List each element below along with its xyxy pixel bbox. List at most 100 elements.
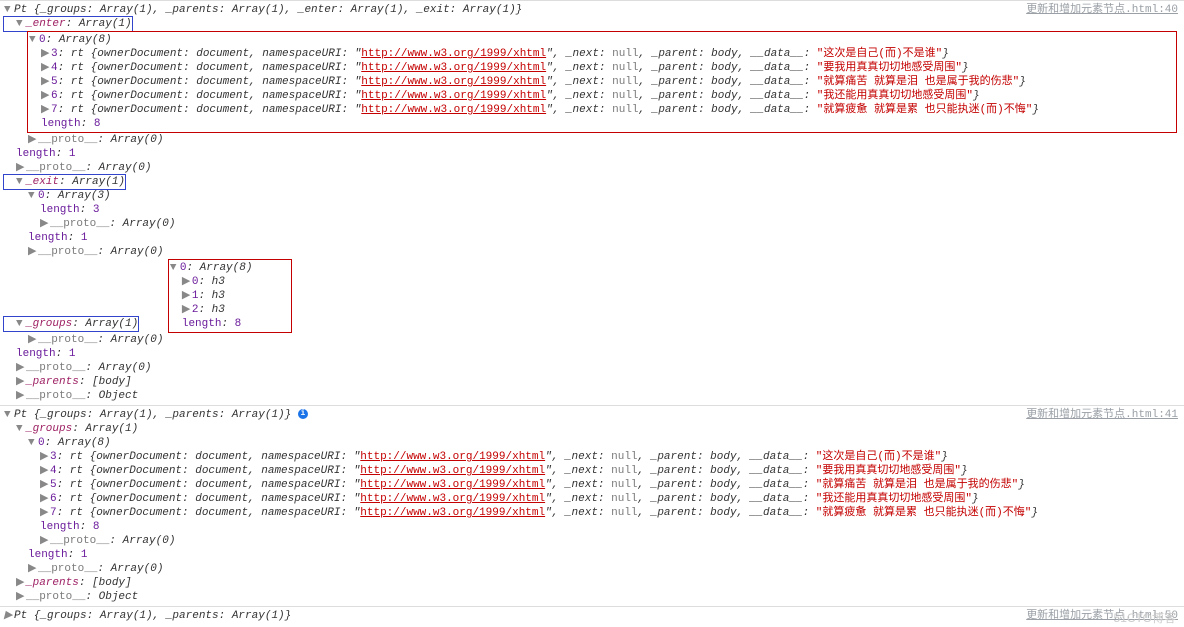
- rt-row[interactable]: 3: rt {ownerDocument: document, namespac…: [29, 47, 1175, 61]
- parent-el: body: [710, 507, 736, 519]
- info-icon[interactable]: i: [298, 409, 308, 419]
- owner-doc: document: [195, 451, 248, 463]
- object-header[interactable]: Pt {_groups: Array(1), _parents: Array(1…: [4, 3, 1184, 17]
- namespace-uri[interactable]: http://www.w3.org/1999/xhtml: [360, 465, 545, 477]
- expand-icon[interactable]: [16, 161, 26, 175]
- proto-prop[interactable]: __proto__: Array(0): [4, 361, 1184, 375]
- header-text: Pt {_groups: Array(1), _parents: Array(1…: [14, 4, 522, 16]
- prop-key: _parents: [26, 577, 79, 589]
- expand-icon[interactable]: [40, 478, 50, 492]
- rt-row[interactable]: 7: rt {ownerDocument: document, namespac…: [4, 506, 1184, 520]
- expand-icon[interactable]: [40, 492, 50, 506]
- namespace-uri[interactable]: http://www.w3.org/1999/xhtml: [360, 451, 545, 463]
- namespace-uri[interactable]: http://www.w3.org/1999/xhtml: [360, 507, 545, 519]
- namespace-uri[interactable]: http://www.w3.org/1999/xhtml: [361, 104, 546, 116]
- expand-icon[interactable]: [16, 175, 26, 189]
- namespace-uri[interactable]: http://www.w3.org/1999/xhtml: [360, 493, 545, 505]
- rt-row[interactable]: 6: rt {ownerDocument: document, namespac…: [4, 492, 1184, 506]
- expand-icon[interactable]: [28, 562, 38, 576]
- expand-icon[interactable]: [41, 103, 51, 117]
- proto-prop[interactable]: __proto__: Array(0): [4, 217, 1184, 231]
- expand-icon[interactable]: [170, 261, 180, 275]
- rt-row[interactable]: 7: rt {ownerDocument: document, namespac…: [29, 103, 1175, 117]
- namespace-uri[interactable]: http://www.w3.org/1999/xhtml: [361, 76, 546, 88]
- expand-icon[interactable]: [4, 408, 14, 422]
- data-value: "就算痛苦 就算是泪 也是属于我的伤悲": [816, 479, 1018, 491]
- proto-prop[interactable]: __proto__: Object: [4, 389, 1184, 403]
- rt-row[interactable]: 5: rt {ownerDocument: document, namespac…: [29, 75, 1175, 89]
- expand-icon[interactable]: [182, 289, 192, 303]
- parent-el: body: [710, 451, 736, 463]
- source-link[interactable]: 更新和增加元素节点.html:40: [1026, 3, 1178, 17]
- expand-icon[interactable]: [41, 61, 51, 75]
- expand-icon[interactable]: [28, 436, 38, 450]
- expand-icon[interactable]: [40, 506, 50, 520]
- data-value: "我还能用真真切切地感受周围": [817, 90, 973, 102]
- expand-icon[interactable]: [182, 275, 192, 289]
- groups-property[interactable]: _groups: Array(1): [4, 422, 1184, 436]
- proto-prop[interactable]: __proto__: Array(0): [4, 534, 1184, 548]
- array-index[interactable]: 0: Array(8): [29, 33, 1175, 47]
- expand-icon[interactable]: [41, 75, 51, 89]
- object-header[interactable]: Pt {_groups: Array(1), _parents: Array(1…: [4, 609, 1184, 623]
- expand-icon[interactable]: [16, 422, 26, 436]
- expand-icon[interactable]: [16, 17, 26, 31]
- source-link[interactable]: 更新和增加元素节点.html:41: [1026, 408, 1178, 422]
- expand-icon[interactable]: [16, 375, 26, 389]
- expand-icon[interactable]: [28, 133, 38, 147]
- expand-icon[interactable]: [40, 534, 50, 548]
- expand-icon[interactable]: [16, 317, 26, 331]
- expand-icon[interactable]: [28, 333, 38, 347]
- namespace-uri[interactable]: http://www.w3.org/1999/xhtml: [361, 62, 546, 74]
- array-item[interactable]: 1: h3: [170, 289, 290, 303]
- exit-property[interactable]: _exit: Array(1): [4, 175, 125, 189]
- parents-prop[interactable]: _parents: [body]: [4, 576, 1184, 590]
- expand-icon[interactable]: [16, 576, 26, 590]
- expand-icon[interactable]: [29, 33, 39, 47]
- enter-property[interactable]: _enter: Array(1): [4, 17, 132, 31]
- expand-icon[interactable]: [40, 450, 50, 464]
- rt-row[interactable]: 4: rt {ownerDocument: document, namespac…: [4, 464, 1184, 478]
- parents-prop[interactable]: _parents: [body]: [4, 375, 1184, 389]
- proto-prop[interactable]: __proto__: Array(0): [4, 333, 1184, 347]
- expand-icon[interactable]: [16, 389, 26, 403]
- namespace-uri[interactable]: http://www.w3.org/1999/xhtml: [361, 48, 546, 60]
- expand-icon[interactable]: [16, 361, 26, 375]
- proto-prop[interactable]: __proto__: Array(0): [4, 245, 1184, 259]
- namespace-uri[interactable]: http://www.w3.org/1999/xhtml: [360, 479, 545, 491]
- array-item[interactable]: 2: h3: [170, 303, 290, 317]
- expand-icon[interactable]: [16, 590, 26, 604]
- expand-icon[interactable]: [40, 464, 50, 478]
- expand-icon[interactable]: [28, 245, 38, 259]
- rt-row[interactable]: 3: rt {ownerDocument: document, namespac…: [4, 450, 1184, 464]
- expand-icon[interactable]: [28, 189, 38, 203]
- expand-icon[interactable]: [41, 89, 51, 103]
- header-text: Pt {_groups: Array(1), _parents: Array(1…: [14, 409, 291, 421]
- proto-prop[interactable]: __proto__: Array(0): [4, 133, 1184, 147]
- expand-icon[interactable]: [182, 303, 192, 317]
- array-index[interactable]: 0: Array(3): [4, 189, 1184, 203]
- prop-type: Array(1): [85, 423, 138, 435]
- proto-val: Array(0): [123, 535, 176, 547]
- groups-property[interactable]: _groups: Array(1): [4, 317, 138, 331]
- expand-icon[interactable]: [4, 3, 14, 17]
- object-header[interactable]: Pt {_groups: Array(1), _parents: Array(1…: [4, 408, 1184, 422]
- proto-prop[interactable]: __proto__: Array(0): [4, 161, 1184, 175]
- rt-row[interactable]: 6: rt {ownerDocument: document, namespac…: [29, 89, 1175, 103]
- expand-icon[interactable]: [41, 47, 51, 61]
- namespace-uri[interactable]: http://www.w3.org/1999/xhtml: [361, 90, 546, 102]
- rt-row[interactable]: 4: rt {ownerDocument: document, namespac…: [29, 61, 1175, 75]
- parent-el: body: [710, 479, 736, 491]
- length-prop: length: 1: [4, 147, 1184, 161]
- array-index[interactable]: 0: Array(8): [4, 436, 1184, 450]
- array-index[interactable]: 0: Array(8): [170, 261, 290, 275]
- length-prop: length: 8: [4, 520, 1184, 534]
- array-item[interactable]: 0: h3: [170, 275, 290, 289]
- proto-prop[interactable]: __proto__: Object: [4, 590, 1184, 604]
- rt-row[interactable]: 5: rt {ownerDocument: document, namespac…: [4, 478, 1184, 492]
- owner-doc: document: [196, 104, 249, 116]
- proto-val: Array(0): [111, 563, 164, 575]
- expand-icon[interactable]: [40, 217, 50, 231]
- expand-icon[interactable]: [4, 609, 14, 623]
- proto-prop[interactable]: __proto__: Array(0): [4, 562, 1184, 576]
